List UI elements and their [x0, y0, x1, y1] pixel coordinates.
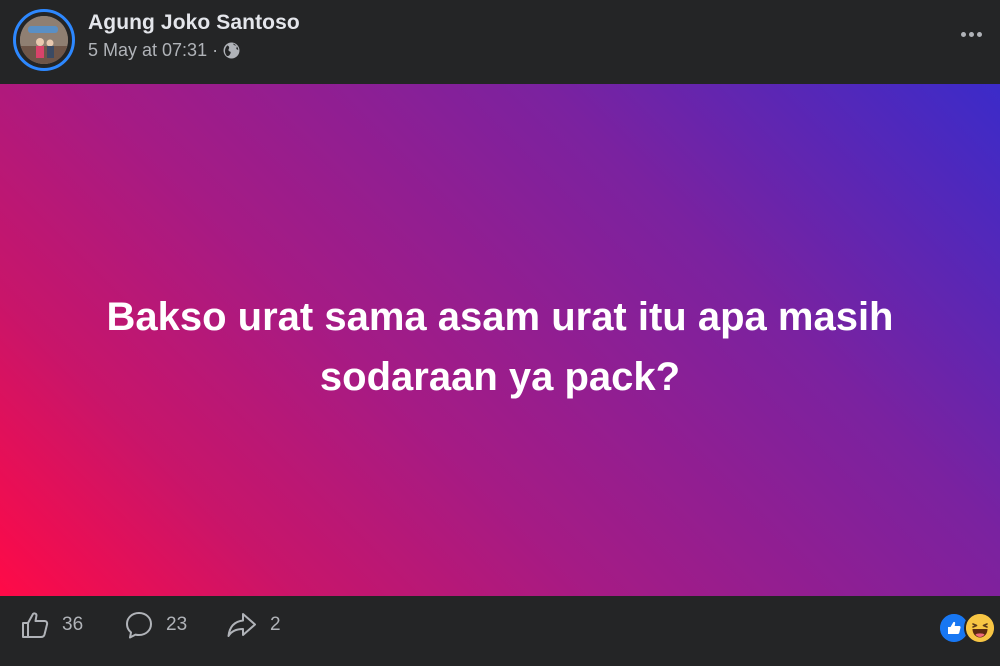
more-dot-icon — [976, 31, 982, 37]
reaction-summary[interactable] — [938, 612, 998, 644]
thumbs-up-icon — [22, 612, 49, 638]
author-name[interactable]: Agung Joko Santoso — [88, 11, 300, 35]
avatar-photo — [20, 16, 68, 64]
facebook-post: Agung Joko Santoso 5 May at 07:31 · Baks… — [0, 0, 1000, 666]
comment-count: 23 — [166, 614, 188, 635]
comment-button[interactable]: 23 — [124, 610, 187, 640]
share-button[interactable]: 2 — [226, 610, 281, 640]
avatar[interactable] — [20, 16, 68, 64]
more-options-button[interactable] — [956, 22, 986, 46]
share-icon — [227, 613, 256, 637]
globe-icon[interactable] — [223, 42, 240, 59]
story-ring[interactable] — [13, 9, 75, 71]
more-dot-icon — [960, 31, 966, 37]
more-dot-icon — [968, 31, 974, 37]
haha-reaction-icon — [964, 612, 996, 644]
share-count: 2 — [270, 614, 281, 635]
post-actions-bar: 36 23 2 — [0, 596, 1000, 666]
post-meta: 5 May at 07:31 · — [88, 40, 240, 61]
post-text: Bakso urat sama asam urat itu apa masih … — [106, 295, 894, 399]
post-header: Agung Joko Santoso 5 May at 07:31 · — [0, 0, 1000, 84]
post-background: Bakso urat sama asam urat itu apa masih … — [0, 84, 1000, 596]
post-timestamp[interactable]: 5 May at 07:31 — [88, 40, 207, 61]
like-count: 36 — [62, 614, 84, 635]
comment-icon — [126, 612, 152, 639]
meta-separator: · — [212, 40, 219, 60]
like-button[interactable]: 36 — [20, 610, 83, 640]
